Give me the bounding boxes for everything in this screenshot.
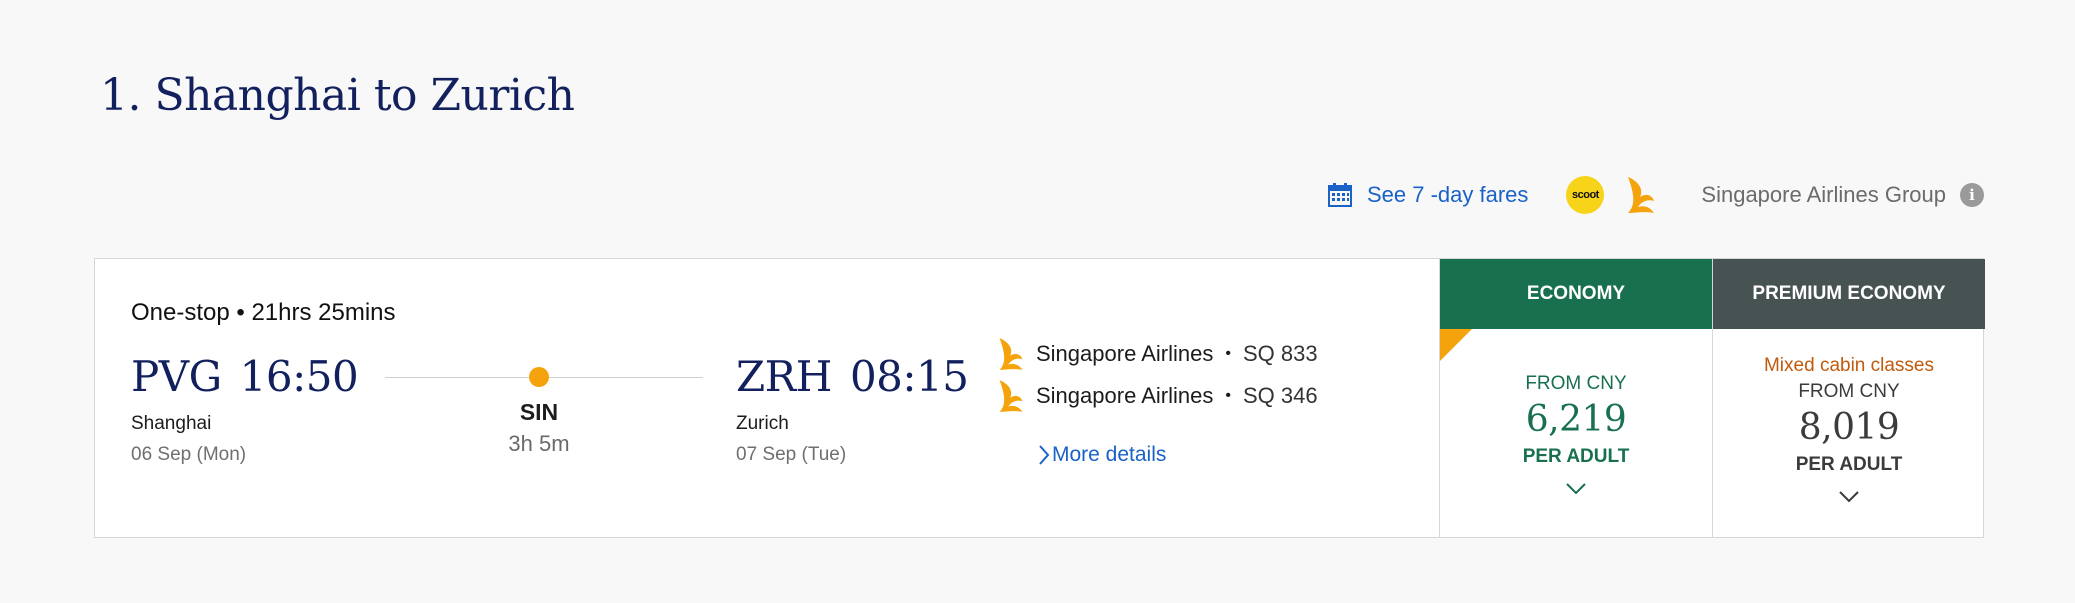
economy-from-label: FROM CNY <box>1525 373 1627 394</box>
economy-price: 6,219 <box>1525 399 1627 440</box>
singapore-airlines-bird-icon <box>1628 177 1655 213</box>
singapore-airlines-bird-icon <box>999 380 1023 412</box>
more-details-label: More details <box>1052 443 1167 466</box>
arrival-block: ZRH 08:15 Zurich 07 Sep (Tue) <box>736 352 969 466</box>
arrival-city: Zurich <box>736 413 789 434</box>
economy-fare-option[interactable]: ECONOMY FROM CNY 6,219 PER ADULT <box>1439 259 1712 537</box>
premium-economy-header: PREMIUM ECONOMY <box>1713 259 1985 329</box>
flight-segment-2: Singapore Airlines • SQ 346 <box>996 377 1318 415</box>
arrival-code: ZRH <box>736 352 832 401</box>
stop-airport-code: SIN <box>519 399 559 425</box>
see-7-day-fares-label: See 7 -day fares <box>1366 182 1529 207</box>
flight-summary: One-stop • 21hrs 25mins <box>131 299 396 326</box>
economy-header: ECONOMY <box>1440 259 1712 329</box>
chevron-down-icon[interactable] <box>1838 490 1860 504</box>
segment-flight-number: SQ 833 <box>1242 341 1318 366</box>
page-title: 1. Shanghai to Zurich <box>100 70 575 121</box>
premium-price: 8,019 <box>1798 407 1900 448</box>
premium-from-label: FROM CNY <box>1798 381 1900 402</box>
departure-hour: 16:50 <box>239 352 359 401</box>
highlight-corner <box>1440 329 1472 361</box>
layover-duration: 3h 5m <box>508 431 570 456</box>
premium-per-adult: PER ADULT <box>1795 454 1903 475</box>
info-icon[interactable]: i <box>1960 183 1984 207</box>
more-details-link[interactable]: More details <box>1038 443 1166 467</box>
singapore-airlines-bird-icon <box>999 338 1023 370</box>
arrival-date: 07 Sep (Tue) <box>736 444 847 465</box>
chevron-right-icon <box>1039 445 1050 465</box>
airline-group-label: Singapore Airlines Group <box>1701 182 1946 207</box>
mixed-cabin-note: Mixed cabin classes <box>1763 355 1935 376</box>
see-7-day-fares-link[interactable]: See 7 -day fares <box>1327 182 1528 208</box>
departure-block: PVG 16:50 Shanghai 06 Sep (Mon) <box>131 352 359 466</box>
flight-segment-1: Singapore Airlines • SQ 833 <box>996 335 1318 373</box>
premium-economy-fare-option[interactable]: PREMIUM ECONOMY Mixed cabin classes FROM… <box>1712 259 1985 537</box>
segment-airline: Singapore Airlines <box>1036 341 1214 366</box>
departure-date: 06 Sep (Mon) <box>131 444 247 465</box>
chevron-down-icon[interactable] <box>1565 482 1587 496</box>
segment-flight-number: SQ 346 <box>1242 383 1318 408</box>
stop-marker <box>529 367 549 387</box>
arrival-time: ZRH 08:15 <box>736 352 969 401</box>
scoot-logo: scoot <box>1566 176 1605 214</box>
segment-separator: • <box>1225 345 1231 362</box>
departure-city: Shanghai <box>131 413 212 434</box>
departure-code: PVG <box>131 352 222 401</box>
flight-result-card: One-stop • 21hrs 25mins PVG 16:50 Shangha… <box>94 258 1985 538</box>
segment-separator: • <box>1225 387 1231 404</box>
toolbar: See 7 -day fares scoot Singapore Airline… <box>1327 175 1984 215</box>
economy-per-adult: PER ADULT <box>1522 446 1630 467</box>
arrival-hour: 08:15 <box>849 352 969 401</box>
departure-time: PVG 16:50 <box>131 352 359 401</box>
segment-airline: Singapore Airlines <box>1036 383 1214 408</box>
calendar-icon <box>1327 183 1352 207</box>
